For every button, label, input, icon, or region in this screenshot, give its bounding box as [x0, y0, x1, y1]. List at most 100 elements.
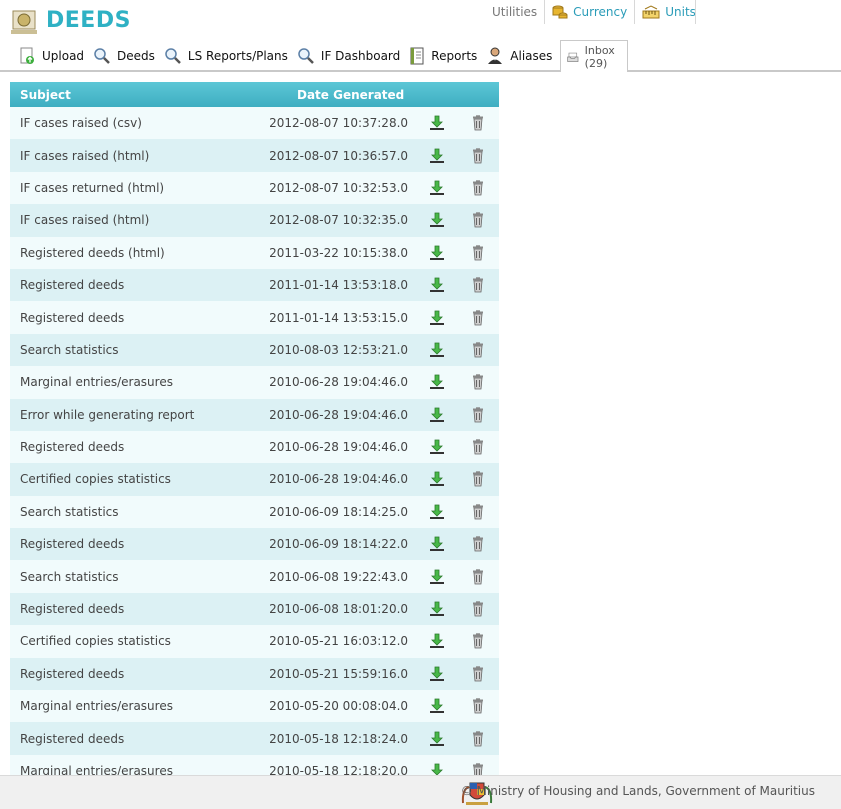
table-row[interactable]: Search statistics 2010-06-09 18:14:25.0 — [10, 495, 499, 529]
nav-item-ls-reports[interactable]: LS Reports/Plans — [164, 44, 288, 68]
download-button[interactable] — [416, 171, 458, 205]
table-row[interactable]: Registered deeds (html) 2011-03-22 10:15:… — [10, 236, 499, 269]
delete-button[interactable] — [457, 592, 499, 626]
download-button[interactable] — [416, 236, 458, 269]
row-subject[interactable]: Certified copies statistics — [10, 625, 267, 658]
row-subject[interactable]: Error while generating report — [10, 398, 267, 431]
delete-button[interactable] — [457, 268, 499, 302]
row-subject[interactable]: Search statistics — [10, 495, 267, 529]
row-subject[interactable]: Marginal entries/erasures — [10, 366, 267, 399]
row-subject[interactable]: Search statistics — [10, 333, 267, 367]
delete-button[interactable] — [457, 625, 499, 658]
delete-button[interactable] — [457, 204, 499, 237]
row-subject[interactable]: IF cases returned (html) — [10, 171, 267, 205]
table-row[interactable]: Registered deeds 2011-01-14 13:53:18.0 — [10, 268, 499, 302]
download-button[interactable] — [416, 495, 458, 529]
table-row[interactable]: Marginal entries/erasures 2010-06-28 19:0… — [10, 366, 499, 399]
nav-item-deeds[interactable]: Deeds — [93, 44, 155, 68]
table-row[interactable]: IF cases returned (html) 2012-08-07 10:32… — [10, 171, 499, 205]
delete-button[interactable] — [457, 560, 499, 593]
trash-icon — [471, 666, 485, 682]
row-subject[interactable]: Registered deeds — [10, 722, 267, 755]
download-button[interactable] — [416, 268, 458, 302]
download-button[interactable] — [416, 463, 458, 496]
table-row[interactable]: Registered deeds 2010-06-09 18:14:22.0 — [10, 528, 499, 561]
delete-button[interactable] — [457, 107, 499, 140]
table-row[interactable]: Certified copies statistics 2010-06-28 19… — [10, 463, 499, 496]
download-button[interactable] — [416, 657, 458, 691]
download-button[interactable] — [416, 754, 458, 775]
table-row[interactable]: Registered deeds 2010-05-21 15:59:16.0 — [10, 657, 499, 691]
delete-button[interactable] — [457, 366, 499, 399]
download-button[interactable] — [416, 722, 458, 755]
download-button[interactable] — [416, 139, 458, 172]
row-subject[interactable]: Search statistics — [10, 560, 267, 593]
delete-button[interactable] — [457, 690, 499, 723]
delete-button[interactable] — [457, 463, 499, 496]
currency-link[interactable]: Currency — [544, 0, 634, 24]
units-link[interactable]: Units — [634, 0, 703, 24]
download-button[interactable] — [416, 333, 458, 367]
column-header-date[interactable]: Date Generated — [267, 82, 417, 107]
row-subject[interactable]: Registered deeds — [10, 592, 267, 626]
delete-button[interactable] — [457, 722, 499, 755]
row-subject[interactable]: Certified copies statistics — [10, 463, 267, 496]
delete-button[interactable] — [457, 333, 499, 367]
nav-item-aliases[interactable]: Aliases — [486, 44, 552, 68]
row-subject[interactable]: Registered deeds — [10, 528, 267, 561]
delete-button[interactable] — [457, 754, 499, 775]
download-button[interactable] — [416, 204, 458, 237]
row-subject[interactable]: Marginal entries/erasures — [10, 690, 267, 723]
download-button[interactable] — [416, 366, 458, 399]
table-row[interactable]: Marginal entries/erasures 2010-05-18 12:1… — [10, 754, 499, 775]
table-row[interactable]: IF cases raised (html) 2012-08-07 10:32:3… — [10, 204, 499, 237]
table-row[interactable]: Search statistics 2010-06-08 19:22:43.0 — [10, 560, 499, 593]
row-subject[interactable]: Registered deeds — [10, 657, 267, 691]
nav-item-reports[interactable]: Reports — [409, 44, 477, 68]
delete-button[interactable] — [457, 236, 499, 269]
table-row[interactable]: Certified copies statistics 2010-05-21 16… — [10, 625, 499, 658]
nav-item-upload[interactable]: Upload — [18, 44, 84, 68]
delete-button[interactable] — [457, 528, 499, 561]
table-row[interactable]: IF cases raised (html) 2012-08-07 10:36:5… — [10, 139, 499, 172]
table-row[interactable]: Error while generating report 2010-06-28 … — [10, 398, 499, 431]
download-button[interactable] — [416, 625, 458, 658]
row-subject[interactable]: Registered deeds (html) — [10, 236, 267, 269]
nav-item-inbox[interactable]: Inbox (29) — [560, 40, 629, 72]
row-subject[interactable]: Registered deeds — [10, 430, 267, 464]
table-row[interactable]: Marginal entries/erasures 2010-05-20 00:0… — [10, 690, 499, 723]
table-row[interactable]: Registered deeds 2010-05-18 12:18:24.0 — [10, 722, 499, 755]
download-button[interactable] — [416, 560, 458, 593]
table-row[interactable]: Search statistics 2010-08-03 12:53:21.0 — [10, 333, 499, 367]
table-row[interactable]: Registered deeds 2010-06-28 19:04:46.0 — [10, 430, 499, 464]
download-button[interactable] — [416, 398, 458, 431]
delete-button[interactable] — [457, 301, 499, 334]
download-button[interactable] — [416, 430, 458, 464]
column-header-subject[interactable]: Subject — [10, 82, 267, 107]
table-row[interactable]: Registered deeds 2011-01-14 13:53:15.0 — [10, 301, 499, 334]
row-subject[interactable]: IF cases raised (html) — [10, 139, 267, 172]
nav-item-if-dashboard[interactable]: IF Dashboard — [297, 44, 400, 68]
row-subject[interactable]: Registered deeds — [10, 301, 267, 334]
row-subject[interactable]: IF cases raised (csv) — [10, 107, 267, 140]
upload-icon — [20, 47, 34, 64]
download-button[interactable] — [416, 528, 458, 561]
delete-button[interactable] — [457, 398, 499, 431]
download-button[interactable] — [416, 107, 458, 140]
table-row[interactable]: Registered deeds 2010-06-08 18:01:20.0 — [10, 592, 499, 626]
download-button[interactable] — [416, 301, 458, 334]
delete-button[interactable] — [457, 171, 499, 205]
delete-button[interactable] — [457, 430, 499, 464]
download-button[interactable] — [416, 690, 458, 723]
row-subject[interactable]: IF cases raised (html) — [10, 204, 267, 237]
nav-item-label: IF Dashboard — [320, 49, 401, 63]
table-row[interactable]: IF cases raised (csv) 2012-08-07 10:37:28… — [10, 107, 499, 140]
delete-button[interactable] — [457, 139, 499, 172]
utilities-link[interactable]: Utilities — [485, 0, 544, 24]
row-subject[interactable]: Registered deeds — [10, 268, 267, 302]
delete-button[interactable] — [457, 657, 499, 691]
row-subject[interactable]: Marginal entries/erasures — [10, 754, 267, 775]
row-date: 2010-06-28 19:04:46.0 — [267, 430, 417, 464]
download-button[interactable] — [416, 592, 458, 626]
delete-button[interactable] — [457, 495, 499, 529]
